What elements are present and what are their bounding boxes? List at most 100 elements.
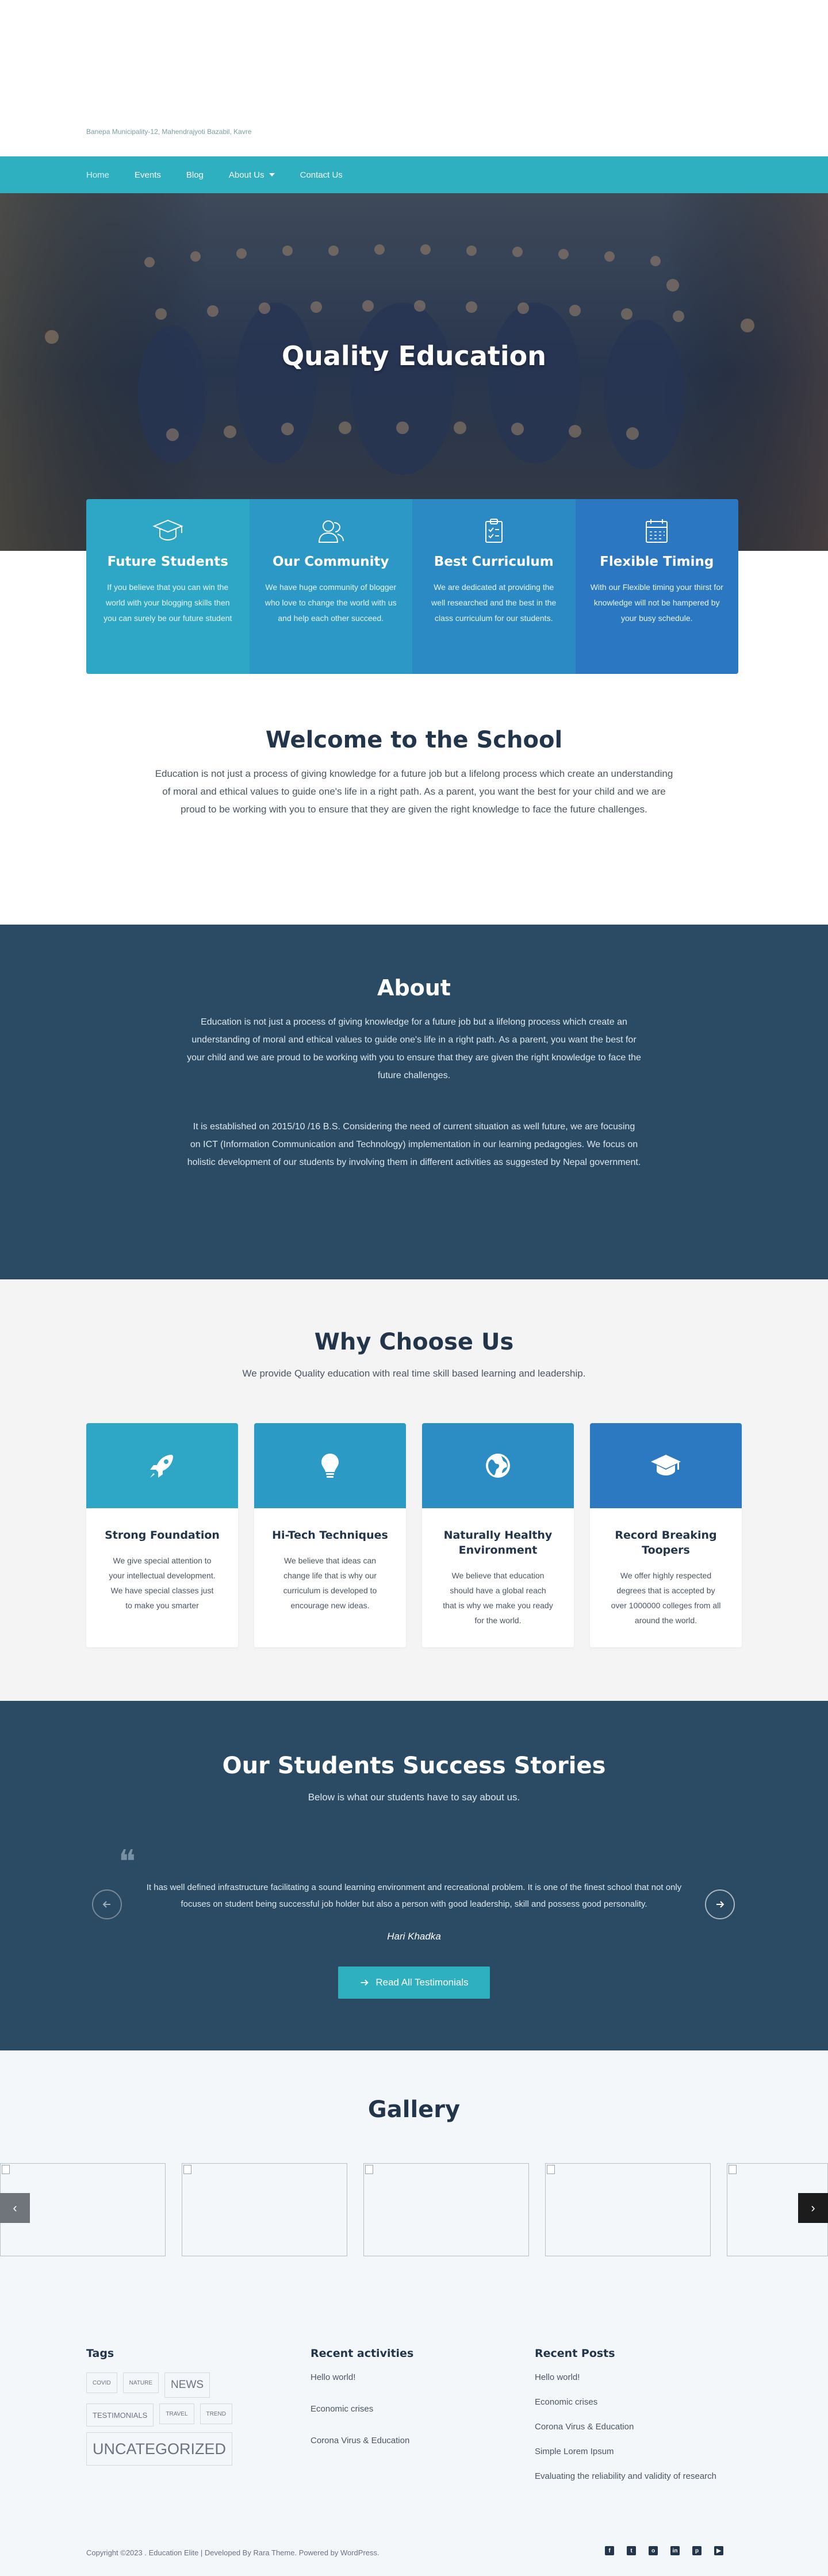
post-link[interactable]: Evaluating the reliability and validity … [535,2471,716,2481]
recent-posts-list: Hello world! Economic crises Corona Viru… [535,2372,716,2481]
footer-tags: Tags covid nature news testimonials trav… [86,2347,264,2466]
why-cards: Strong Foundation We give special attent… [86,1423,742,1647]
pinterest-icon[interactable]: p [692,2546,702,2555]
gallery-image[interactable] [182,2163,347,2256]
tag-trend[interactable]: trend [200,2404,232,2424]
why-subtitle: We provide Quality education with real t… [242,1368,586,1379]
instagram-icon[interactable]: o [649,2546,658,2555]
why-card-title: Record Breaking Toopers [615,1529,717,1557]
why-card-title: Strong Foundation [105,1529,220,1542]
tags-title: Tags [86,2347,114,2360]
feature-text: We are dedicated at providing the well r… [431,582,557,623]
post-link[interactable]: Hello world! [535,2372,716,2382]
linkedin-icon[interactable]: in [670,2546,680,2555]
activity-link[interactable]: Corona Virus & Education [310,2436,413,2445]
social-links: f t o in p ▶ [605,2546,723,2555]
feature-title: Our Community [272,554,389,569]
tag-travel[interactable]: travel [159,2404,194,2424]
feature-flexible-timing: Flexible Timing With our Flexible timing… [575,499,738,674]
arrow-left-icon [102,1901,110,1908]
broken-image-icon [183,2165,191,2174]
chevron-down-icon [269,173,275,177]
why-card-text: We offer highly respected degrees that i… [611,1571,721,1625]
post-link[interactable]: Simple Lorem Ipsum [535,2447,716,2456]
why-card-strong-foundation: Strong Foundation We give special attent… [86,1423,238,1647]
why-card-record-breaking-toopers: Record Breaking Toopers We offer highly … [590,1423,742,1647]
gallery-section: Gallery ‹ › [0,2050,828,2299]
why-card-text: We believe that education should have a … [443,1571,553,1625]
youtube-icon[interactable]: ▶ [714,2546,723,2555]
why-card-text: We give special attention to your intell… [109,1556,216,1610]
site-header: Banepa Municipality-12, Mahendrajyoti Ba… [0,0,828,156]
why-card-title: Naturally Healthy Environment [443,1529,553,1557]
why-card-title: Hi-Tech Techniques [272,1529,388,1542]
why-card-hi-tech-techniques: Hi-Tech Techniques We believe that ideas… [254,1423,406,1647]
nav-blog[interactable]: Blog [186,170,204,180]
testimonial-author: Hari Khadka [387,1931,441,1942]
testimonial-next-button[interactable] [705,1889,735,1919]
post-link[interactable]: Economic crises [535,2397,716,2407]
chevron-left-icon: ‹ [13,2201,17,2215]
site-footer: Tags covid nature news testimonials trav… [0,2299,828,2576]
welcome-section: Welcome to the School Education is not j… [0,727,828,818]
gallery-image[interactable] [545,2163,711,2256]
gallery-image[interactable] [363,2163,529,2256]
globe-icon [422,1423,574,1508]
tag-news[interactable]: news [164,2372,210,2398]
testimonial-prev-button[interactable] [92,1889,122,1919]
feature-text: We have huge community of blogger who lo… [264,582,397,623]
curriculum-icon [427,516,561,546]
why-choose-us-section: Why Choose Us We provide Quality educati… [0,1279,828,1701]
nav-about-us[interactable]: About Us [229,170,275,180]
about-title: About [377,975,451,1000]
main-nav: Home Events Blog About Us Contact Us [0,156,828,193]
hero-background-image [0,193,828,551]
nav-events[interactable]: Events [135,170,161,180]
feature-title: Best Curriculum [434,554,554,569]
tag-nature[interactable]: nature [122,2372,159,2393]
lightbulb-icon [254,1423,406,1508]
facebook-icon[interactable]: f [605,2546,614,2555]
broken-image-icon [729,2165,737,2174]
broken-image-icon [365,2165,373,2174]
read-all-label: Read All Testimonials [375,1977,469,1988]
read-all-testimonials-button[interactable]: Read All Testimonials [338,1966,490,1999]
nav-contact-us[interactable]: Contact Us [300,170,343,180]
testimonials-title: Our Students Success Stories [222,1753,606,1779]
post-link[interactable]: Corona Virus & Education [535,2422,716,2432]
tag-covid[interactable]: covid [86,2372,117,2393]
twitter-icon[interactable]: t [627,2546,636,2555]
arrow-right-icon [361,1979,369,1986]
broken-image-icon [2,2165,10,2174]
why-card-naturally-healthy-environment: Naturally Healthy Environment We believe… [422,1423,574,1647]
broken-image-icon [547,2165,555,2174]
activity-link[interactable]: Economic crises [310,2404,413,2414]
welcome-text: Education is not just a process of givin… [155,768,673,815]
tag-testimonials[interactable]: testimonials [86,2404,154,2426]
feature-future-students: Future Students If you believe that you … [86,499,250,674]
gallery-carousel [0,2163,828,2257]
activity-link[interactable]: Hello world! [310,2372,413,2382]
welcome-title: Welcome to the School [265,727,563,753]
tag-cloud: covid nature news testimonials travel tr… [86,2372,264,2466]
testimonials-subtitle: Below is what our students have to say a… [308,1792,520,1803]
recent-posts-title: Recent Posts [535,2347,615,2360]
why-title: Why Choose Us [314,1329,514,1355]
gallery-prev-button[interactable]: ‹ [0,2193,30,2223]
about-section: About Education is not just a process of… [0,925,828,1279]
nav-about-us-label: About Us [228,170,264,180]
hero-banner: Quality Education [0,193,828,551]
feature-our-community: Our Community We have huge community of … [249,499,412,674]
feature-text: If you believe that you can win the worl… [103,582,232,623]
gallery-title: Gallery [367,2096,461,2123]
rocket-icon [86,1423,238,1508]
community-icon [264,516,398,546]
address-text: Banepa Municipality-12, Mahendrajyoti Ba… [86,128,252,136]
mortarboard-icon [590,1423,742,1508]
tag-uncategorized[interactable]: uncategorized [86,2432,233,2466]
feature-text: With our Flexible timing your thirst for… [590,582,723,623]
nav-home[interactable]: Home [86,170,109,180]
about-paragraph-2: It is established on 2015/10 /16 B.S. Co… [187,1122,641,1167]
gallery-next-button[interactable]: › [798,2193,828,2223]
footer-recent-activities: Recent activities Hello world! Economic … [310,2347,413,2445]
